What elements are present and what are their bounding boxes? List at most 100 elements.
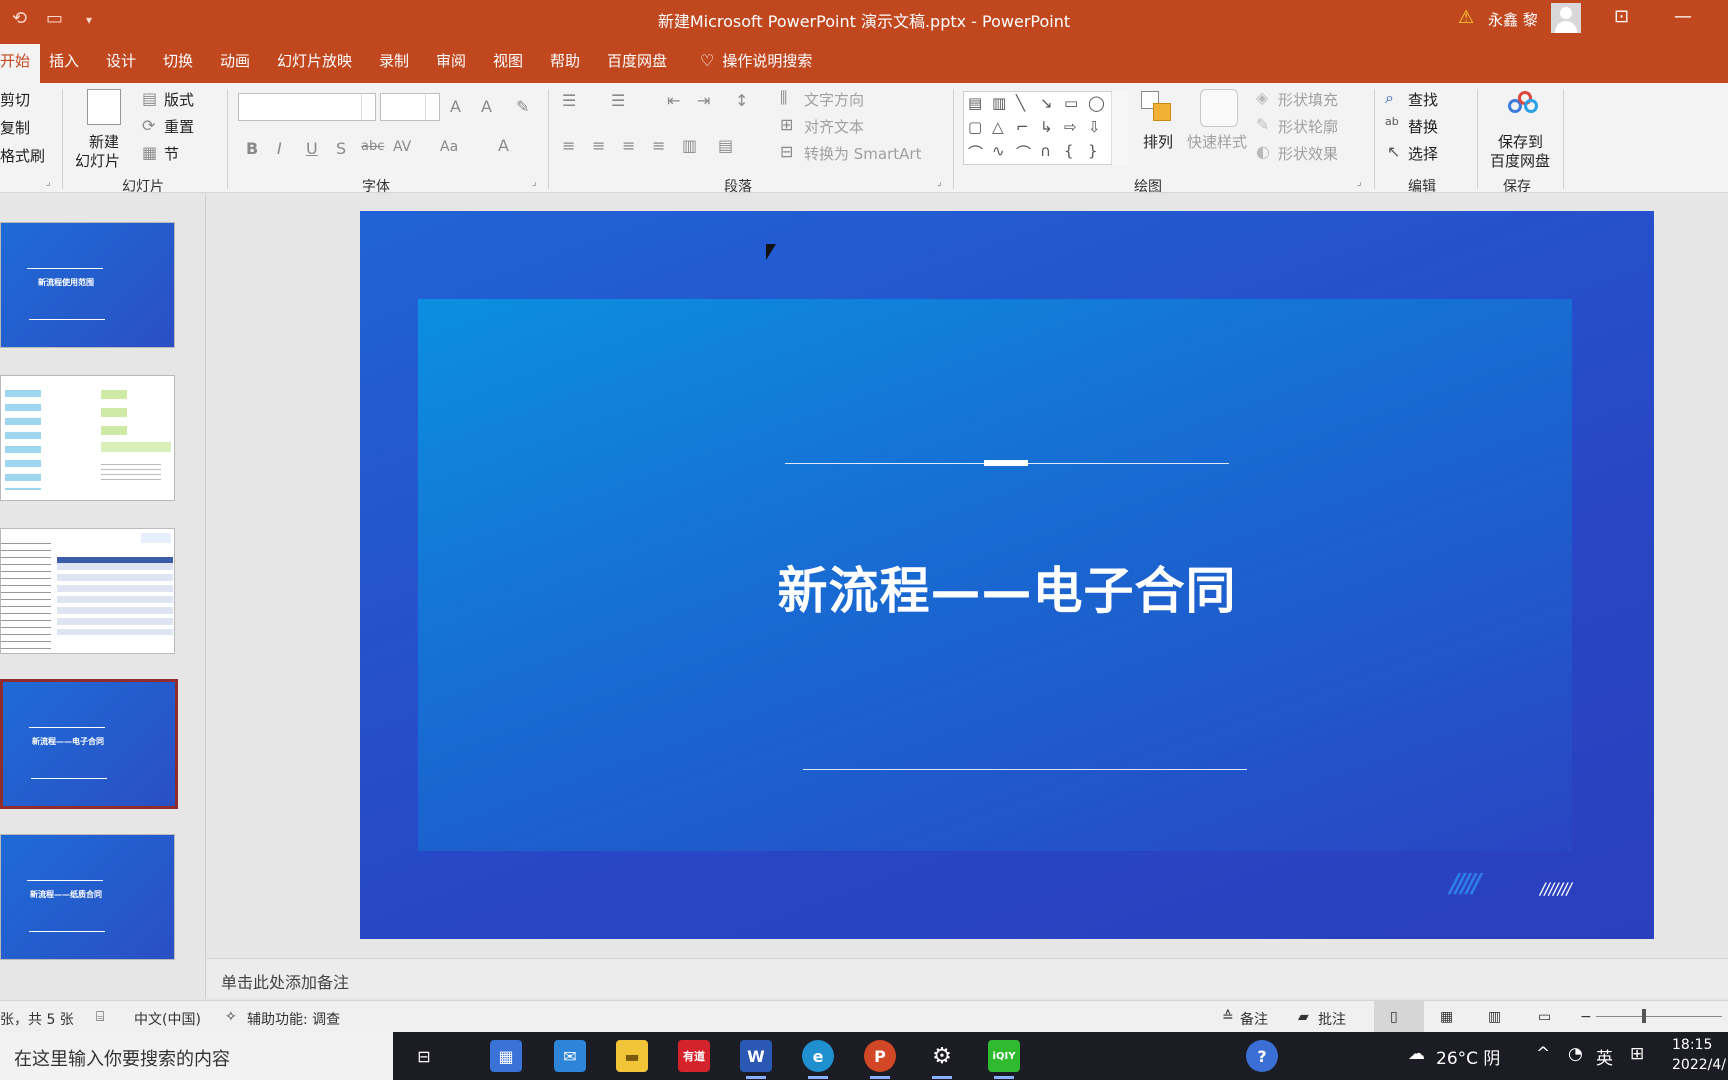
shapes-gallery-scroll[interactable] — [1111, 91, 1128, 165]
strikethrough-icon[interactable]: abc — [361, 139, 384, 154]
elbow-arrow-shape-icon[interactable]: ↳ — [1040, 118, 1053, 136]
taskbar-search-box[interactable]: 在这里输入你要搜索的内容 — [0, 1032, 393, 1080]
shadow-icon[interactable]: S — [336, 139, 346, 158]
accessibility-icon[interactable]: ✧ — [225, 1009, 237, 1025]
convert-smartart-button[interactable]: 转换为 SmartArt — [804, 143, 921, 164]
quick-styles-button[interactable]: 快速样式 — [1187, 131, 1247, 152]
shape-effects-button[interactable]: 形状效果 — [1278, 143, 1338, 164]
rectangle-shape-icon[interactable]: ▭ — [1064, 94, 1078, 112]
bullets-icon[interactable]: ☰ — [562, 91, 576, 110]
tab-review[interactable]: 审阅 — [436, 50, 466, 71]
reading-view-icon[interactable]: ▥ — [1488, 1009, 1501, 1025]
slide-thumbnail[interactable] — [0, 528, 175, 654]
edge-browser-icon[interactable]: e — [802, 1040, 834, 1079]
notes-toggle-icon[interactable]: ≙ — [1222, 1009, 1234, 1025]
font-launcher-icon[interactable]: ⌟ — [532, 177, 537, 188]
zoom-slider[interactable] — [1596, 1016, 1722, 1017]
clipboard-launcher-icon[interactable]: ⌟ — [46, 177, 51, 188]
italic-icon[interactable]: I — [277, 139, 282, 158]
avatar[interactable] — [1551, 3, 1581, 33]
triangle-shape-icon[interactable]: △ — [992, 118, 1004, 136]
freeform-shape-icon[interactable]: ⌒ — [968, 142, 983, 163]
clear-formatting-icon[interactable]: ✎ — [516, 97, 529, 116]
tell-me-search[interactable]: ♡ 操作说明搜索 — [700, 50, 812, 71]
font-size-combo[interactable] — [380, 93, 440, 121]
rounded-rect-shape-icon[interactable]: ▢ — [968, 118, 982, 136]
increase-indent-icon[interactable]: ⇥ — [697, 91, 710, 110]
ribbon-display-options-icon[interactable]: ⊡ — [1614, 6, 1629, 27]
bold-icon[interactable]: B — [246, 139, 258, 158]
tab-help[interactable]: 帮助 — [550, 50, 580, 71]
section-button[interactable]: 节 — [164, 143, 179, 164]
left-brace-shape-icon[interactable]: { — [1064, 142, 1074, 160]
elbow-connector-shape-icon[interactable]: ⌐ — [1016, 118, 1029, 136]
new-slide-label-1[interactable]: 新建 — [89, 131, 119, 152]
slideshow-view-icon[interactable]: ▭ — [1538, 1009, 1551, 1025]
tab-home[interactable]: 开始 — [0, 44, 41, 83]
textbox-shape-icon[interactable]: ▤ — [968, 94, 982, 112]
grow-font-icon[interactable]: A — [450, 97, 461, 116]
align-right-icon[interactable]: ≡ — [622, 136, 635, 155]
paragraph-launcher-icon[interactable]: ⌟ — [937, 177, 942, 188]
notes-placeholder[interactable]: 单击此处添加备注 — [221, 969, 349, 993]
slide-thumbnail[interactable] — [0, 375, 175, 501]
task-view-icon[interactable]: ⊟ — [408, 1040, 440, 1072]
align-text-button[interactable]: 对齐文本 — [804, 116, 864, 137]
arrow-line-shape-icon[interactable]: ↘ — [1040, 94, 1053, 112]
slide-thumbnail[interactable]: 新流程——纸质合同 — [0, 834, 175, 960]
tab-record[interactable]: 录制 — [379, 50, 409, 71]
word-icon[interactable]: W — [740, 1040, 772, 1079]
tab-baidu-netdisk[interactable]: 百度网盘 — [607, 50, 667, 71]
align-center-icon[interactable]: ≡ — [592, 136, 605, 155]
underline-icon[interactable]: U — [306, 139, 318, 158]
spell-check-icon[interactable]: ⌸ — [96, 1009, 104, 1025]
distributed-icon[interactable]: ▥ — [682, 136, 697, 155]
iqiyi-icon[interactable]: iQIY — [988, 1040, 1020, 1079]
save-to-baidu-line2[interactable]: 百度网盘 — [1490, 150, 1550, 171]
tab-design[interactable]: 设计 — [106, 50, 136, 71]
ime-indicator[interactable]: 英 — [1596, 1044, 1613, 1069]
find-button[interactable]: 查找 — [1408, 89, 1438, 110]
accessibility-status[interactable]: 辅助功能: 调查 — [247, 1009, 340, 1029]
curve-shape-icon[interactable]: ∩ — [1040, 142, 1051, 160]
select-button[interactable]: 选择 — [1408, 143, 1438, 164]
font-name-combo[interactable] — [238, 93, 376, 121]
slide-thumbnail[interactable]: 新流程使用范围 — [0, 222, 175, 348]
wifi-icon[interactable]: ◔ — [1568, 1044, 1583, 1064]
comments-toggle[interactable]: 批注 — [1318, 1009, 1346, 1029]
weather-status[interactable]: 26°C 阴 — [1436, 1044, 1500, 1069]
change-case-icon[interactable]: Aa — [440, 139, 458, 155]
shrink-font-icon[interactable]: A — [481, 97, 492, 116]
columns-icon[interactable]: ▤ — [718, 136, 733, 155]
minimize-icon[interactable]: — — [1674, 6, 1692, 27]
text-direction-button[interactable]: 文字方向 — [804, 89, 864, 110]
normal-view-button[interactable] — [1374, 1001, 1424, 1032]
tab-insert[interactable]: 插入 — [49, 50, 79, 71]
drawing-launcher-icon[interactable]: ⌟ — [1357, 177, 1362, 188]
notes-pane[interactable]: 单击此处添加备注 — [207, 958, 1728, 998]
right-brace-shape-icon[interactable]: } — [1088, 142, 1098, 160]
warning-icon[interactable]: ⚠ — [1458, 7, 1478, 28]
scribble-shape-icon[interactable]: ∿ — [992, 142, 1005, 160]
new-slide-icon[interactable] — [87, 89, 121, 125]
file-explorer-icon[interactable]: ▬ — [616, 1040, 648, 1072]
slide-title[interactable]: 新流程——电子合同 — [360, 551, 1654, 623]
slide-sorter-icon[interactable]: ▦ — [1440, 1009, 1453, 1025]
line-shape-icon[interactable]: ╲ — [1016, 94, 1025, 112]
replace-button[interactable]: 替换 — [1408, 116, 1438, 137]
settings-gear-icon[interactable]: ⚙ — [926, 1040, 958, 1079]
tab-transitions[interactable]: 切换 — [163, 50, 193, 71]
tab-animations[interactable]: 动画 — [220, 50, 250, 71]
down-arrow-shape-icon[interactable]: ⇩ — [1088, 118, 1101, 136]
tab-view[interactable]: 视图 — [493, 50, 523, 71]
align-left-icon[interactable]: ≡ — [562, 136, 575, 155]
microsoft-store-icon[interactable]: ▦ — [490, 1040, 522, 1072]
tray-chevron-icon[interactable]: ^ — [1536, 1044, 1550, 1064]
font-color-icon[interactable]: A — [498, 136, 509, 155]
decrease-indent-icon[interactable]: ⇤ — [667, 91, 680, 110]
copy-button[interactable]: 复制 — [0, 117, 30, 138]
line-spacing-icon[interactable]: ↕ — [735, 91, 748, 110]
layout-button[interactable]: 版式 — [164, 89, 194, 110]
new-slide-label-2[interactable]: 幻灯片 — [75, 150, 120, 171]
zoom-out-icon[interactable]: − — [1580, 1009, 1592, 1025]
